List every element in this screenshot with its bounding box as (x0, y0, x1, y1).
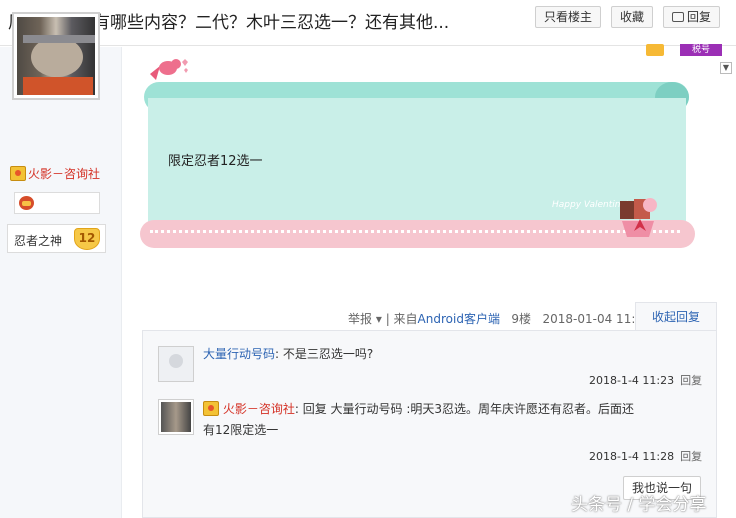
club-icon (203, 401, 219, 416)
club-icon (10, 166, 26, 181)
client-link[interactable]: Android客户端 (418, 312, 500, 326)
floor-number: 9楼 (511, 312, 532, 326)
favorite-button[interactable]: 收藏 (611, 6, 653, 28)
reply-meta: 2018-1-4 11:28 回复 (589, 448, 702, 464)
reply-text: : 不是三忍选一吗? (275, 347, 374, 361)
chevron-down-icon[interactable]: ▼ (720, 62, 732, 74)
reply-text-line2: 有12限定选一 (203, 423, 279, 437)
chevron-down-icon[interactable]: ▾ (376, 312, 386, 326)
reply-meta: 2018-1-4 11:23 回复 (589, 372, 702, 388)
source-prefix: | 来自 (385, 312, 418, 326)
cupid-icon (150, 59, 188, 80)
watermark-text: 头条号 / 学会分享 (571, 495, 707, 515)
rank-name: 忍者之神 (14, 234, 63, 248)
reply-link[interactable]: 回复 (680, 374, 702, 387)
reply-text-line1: : 回复 大量行动号码 :明天3忍选。周年庆许愿还有忍者。后面还 (294, 402, 635, 416)
reply-club-name[interactable]: 火影－咨询社 (223, 402, 295, 416)
club-name: 火影－咨询社 (28, 167, 101, 181)
reply-icon (671, 12, 684, 22)
avatar[interactable] (12, 12, 100, 100)
reply-button[interactable]: 回复 (663, 6, 720, 28)
reply-item: 大量行动号码: 不是三忍选一吗? (203, 344, 373, 365)
gift-basket-icon (620, 198, 657, 237)
post-text: 限定忍者12选一 (168, 154, 263, 169)
thread-header: 周年庆到底有哪些内容？二代？木叶三忍选一？还有其他... 只看楼主 收藏 回复 (0, 0, 736, 46)
rank-level-badge: 12 (74, 228, 100, 250)
post-content-card: 限定忍者12选一 Happy Valentine's day (140, 59, 695, 256)
fan-badge-icon[interactable] (19, 196, 34, 210)
reply-link[interactable]: 回复 (680, 450, 702, 463)
avatar-image (17, 17, 95, 95)
top-strip: 税号 (630, 44, 722, 58)
badge-tag: 税号 (680, 44, 722, 56)
reply-avatar[interactable] (158, 346, 194, 382)
badge-box (14, 192, 100, 214)
gift-icon (646, 44, 664, 56)
reply-item: 火影－咨询社: 回复 大量行动号码 :明天3忍选。周年庆许愿还有忍者。后面还 有… (203, 399, 703, 441)
reply-time: 2018-1-4 11:28 (589, 450, 675, 463)
post-meta: 举报 ▾ | 来自Android客户端 9楼 2018-01-04 11:17 (348, 310, 651, 327)
report-link[interactable]: 举报 (348, 312, 372, 326)
club-badge[interactable]: 火影－咨询社 (10, 165, 100, 183)
reply-time: 2018-1-4 11:23 (589, 374, 675, 387)
rank-box: 忍者之神 12 (7, 224, 106, 253)
reply-username[interactable]: 大量行动号码 (203, 347, 275, 361)
only-op-button[interactable]: 只看楼主 (535, 6, 601, 28)
lace-decoration (150, 230, 680, 236)
collapse-replies-button[interactable]: 收起回复 (635, 302, 717, 331)
user-sidebar (0, 47, 122, 518)
reply-button-label: 回复 (686, 10, 711, 24)
reply-avatar[interactable] (158, 399, 194, 435)
